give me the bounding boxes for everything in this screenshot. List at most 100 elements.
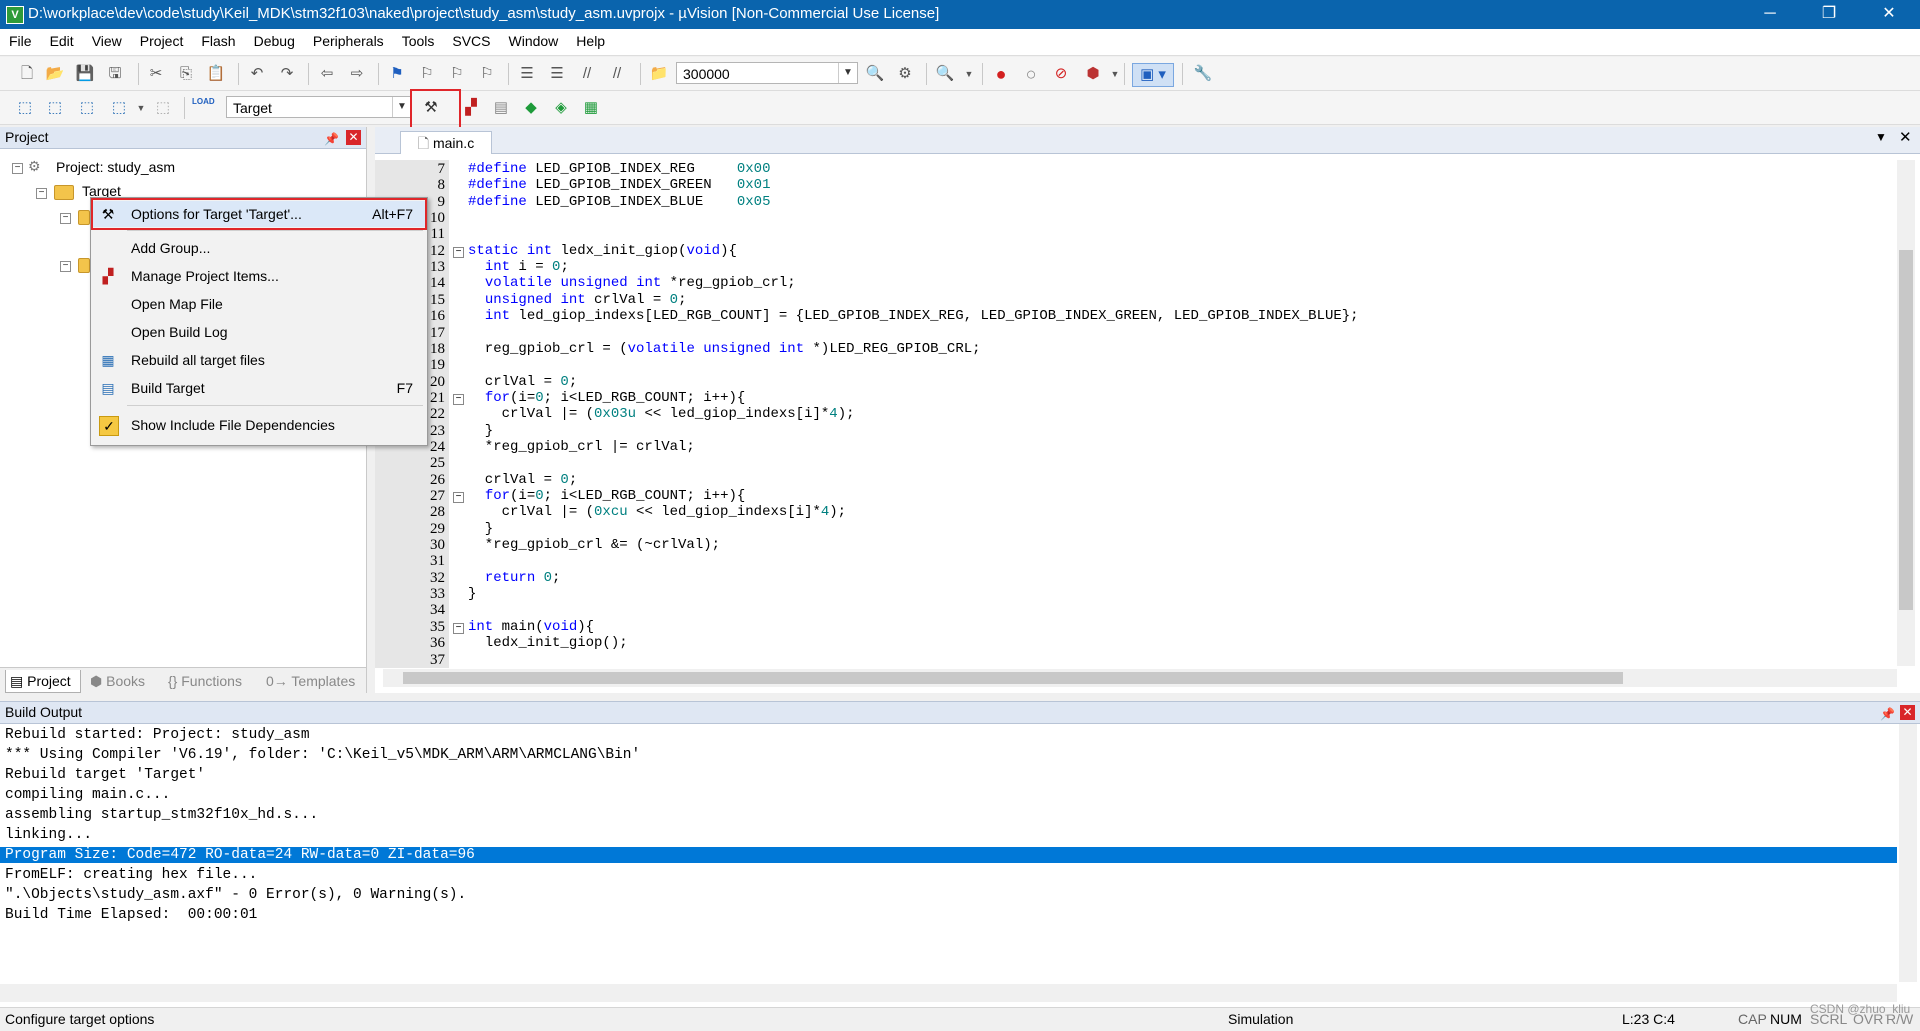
menu-project[interactable]: Project <box>131 29 193 55</box>
code-line[interactable]: } <box>468 423 493 439</box>
save-all-icon[interactable]: 🖫 <box>104 63 126 85</box>
code-line[interactable]: int i = 0; <box>468 259 569 275</box>
editor-file-tab[interactable]: 🗋 main.c <box>400 131 492 154</box>
menu-item-build-target[interactable]: ▤ Build Target F7 <box>91 375 427 401</box>
code-line[interactable]: static int ledx_init_giop(void){ <box>468 243 737 259</box>
window-layout-icon[interactable]: ▣ ▾ <box>1132 63 1174 87</box>
tab-templates[interactable]: 0→ Templates <box>262 670 362 692</box>
fold-toggle-icon[interactable]: − <box>453 393 464 405</box>
build-output-line[interactable]: Build Time Elapsed: 00:00:01 <box>5 907 257 923</box>
menu-edit[interactable]: Edit <box>41 29 83 55</box>
build-output-line[interactable]: Rebuild target 'Target' <box>5 767 205 783</box>
pack-installer-icon[interactable]: ◈ <box>550 97 572 119</box>
code-line[interactable]: *reg_gpiob_crl &= (~crlVal); <box>468 537 720 553</box>
project-root-label[interactable]: Project: study_asm <box>56 159 175 175</box>
code-line[interactable]: } <box>468 586 476 602</box>
fold-toggle-icon[interactable]: − <box>453 622 464 634</box>
fold-toggle-icon[interactable]: − <box>453 246 464 258</box>
build-output-line[interactable]: FromELF: creating hex file... <box>5 867 257 883</box>
chevron-down-icon[interactable]: ▼ <box>958 63 980 85</box>
bookmark-icon[interactable]: ⚑ <box>386 63 408 85</box>
debug-session-icon[interactable]: 🔍 <box>934 63 956 85</box>
editor-hscroll-thumb[interactable] <box>403 672 1623 684</box>
menu-item-open-map-file[interactable]: Open Map File <box>91 291 427 317</box>
code-line[interactable]: } <box>468 521 493 537</box>
build-icon[interactable]: ⬚ <box>44 97 66 119</box>
rebuild-icon[interactable]: ⬚ <box>76 97 98 119</box>
open-file-icon[interactable]: 📂 <box>44 63 66 85</box>
undo-icon[interactable]: ↶ <box>246 63 268 85</box>
fold-toggle-icon[interactable]: − <box>453 492 464 503</box>
clear-bookmarks-icon[interactable]: ⚐ <box>476 63 498 85</box>
code-line[interactable]: return 0; <box>468 570 561 586</box>
code-line[interactable]: int led_giop_indexs[LED_RGB_COUNT] = {LE… <box>468 308 1359 324</box>
select-packs-icon[interactable]: ▤ <box>490 97 512 119</box>
code-line[interactable]: unsigned int crlVal = 0; <box>468 292 687 308</box>
code-line[interactable]: crlVal |= (0xcu << led_giop_indexs[i]*4)… <box>468 504 847 520</box>
breakpoint-icon[interactable]: ● <box>990 63 1012 85</box>
output-vertical-scrollbar[interactable] <box>1899 724 1917 982</box>
find-combo[interactable]: 300000 ▼ <box>676 62 858 84</box>
tab-list-dropdown-icon[interactable]: ▼ <box>1875 130 1887 144</box>
copy-icon[interactable]: ⎘ <box>175 63 197 85</box>
menu-item-open-build-log[interactable]: Open Build Log <box>91 319 427 345</box>
code-line[interactable]: crlVal |= (0x03u << led_giop_indexs[i]*4… <box>468 406 855 422</box>
tab-project[interactable]: ▤ Project <box>5 670 81 693</box>
indent-icon[interactable]: ☰ <box>516 63 538 85</box>
code-line[interactable]: for(i=0; i<LED_RGB_COUNT; i++){ <box>468 488 745 504</box>
minimize-button[interactable]: ─ <box>1743 0 1797 29</box>
redo-icon[interactable]: ↷ <box>276 63 298 85</box>
find-icon[interactable]: 🔍 <box>864 63 886 85</box>
build-output-line[interactable]: linking... <box>5 827 92 843</box>
chevron-down-icon[interactable]: ▼ <box>130 97 152 119</box>
translate-icon[interactable]: ⬚ <box>14 97 36 119</box>
save-icon[interactable]: 💾 <box>74 63 96 85</box>
code-line[interactable]: #define LED_GPIOB_INDEX_BLUE 0x05 <box>468 194 770 210</box>
restore-button[interactable]: ❐ <box>1802 0 1856 29</box>
incremental-find-icon[interactable]: ⚙ <box>894 63 916 85</box>
menu-help[interactable]: Help <box>567 29 614 55</box>
output-horizontal-scrollbar[interactable] <box>0 984 1897 1002</box>
menu-file[interactable]: File <box>0 29 41 55</box>
close-icon[interactable]: ✕ <box>346 130 361 145</box>
tab-functions[interactable]: {} Functions <box>164 670 260 692</box>
code-line[interactable]: crlVal = 0; <box>468 472 577 488</box>
disable-all-breakpoints-icon[interactable]: ⊘ <box>1050 63 1072 85</box>
code-line[interactable]: for(i=0; i<LED_RGB_COUNT; i++){ <box>468 390 745 406</box>
chevron-down-icon[interactable]: ▼ <box>392 97 411 117</box>
next-bookmark-icon[interactable]: ⚐ <box>446 63 468 85</box>
code-line[interactable]: ledx_init_giop(); <box>468 635 628 651</box>
close-tab-icon[interactable]: ✕ <box>1899 128 1912 146</box>
code-line[interactable]: volatile unsigned int *reg_gpiob_crl; <box>468 275 796 291</box>
build-output-line[interactable]: ".\Objects\study_asm.axf" - 0 Error(s), … <box>5 887 466 903</box>
menu-debug[interactable]: Debug <box>245 29 304 55</box>
manage-rte-icon[interactable]: ◆ <box>520 97 542 119</box>
code-line[interactable]: reg_gpiob_crl = (volatile unsigned int *… <box>468 341 981 357</box>
kill-all-breakpoints-icon[interactable]: ⬢ <box>1082 63 1104 85</box>
pin-icon[interactable]: 📌 <box>324 129 339 150</box>
stop-build-icon[interactable]: ⬚ <box>152 97 174 119</box>
code-line[interactable]: *reg_gpiob_crl |= crlVal; <box>468 439 695 455</box>
menu-svcs[interactable]: SVCS <box>443 29 499 55</box>
disable-breakpoint-icon[interactable]: ○ <box>1020 63 1042 85</box>
comment-icon[interactable]: // <box>576 63 598 85</box>
code-line[interactable]: #define LED_GPIOB_INDEX_REG 0x00 <box>468 161 770 177</box>
collapse-icon[interactable]: − <box>60 261 71 272</box>
editor-horizontal-scrollbar[interactable] <box>383 669 1897 687</box>
new-file-icon[interactable]: 🗋 <box>16 63 38 85</box>
close-icon[interactable]: ✕ <box>1900 705 1915 720</box>
target-select[interactable]: Target ▼ <box>226 96 412 118</box>
manage-project-items-icon[interactable]: ▞ <box>460 97 482 119</box>
cut-icon[interactable]: ✂ <box>145 63 167 85</box>
unindent-icon[interactable]: ☰ <box>546 63 568 85</box>
collapse-icon[interactable]: − <box>60 213 71 224</box>
paste-icon[interactable]: 📋 <box>205 63 227 85</box>
software-packs-icon[interactable]: ▦ <box>580 97 602 119</box>
pin-icon[interactable]: 📌 <box>1880 704 1895 725</box>
chevron-down-icon[interactable]: ▼ <box>838 63 857 83</box>
menu-item-show-include-deps[interactable]: ✓ Show Include File Dependencies <box>91 412 427 438</box>
chevron-down-icon[interactable]: ▼ <box>1104 63 1126 85</box>
code-line[interactable]: crlVal = 0; <box>468 374 577 390</box>
prev-bookmark-icon[interactable]: ⚐ <box>416 63 438 85</box>
menu-item-add-group[interactable]: Add Group... <box>91 235 427 261</box>
